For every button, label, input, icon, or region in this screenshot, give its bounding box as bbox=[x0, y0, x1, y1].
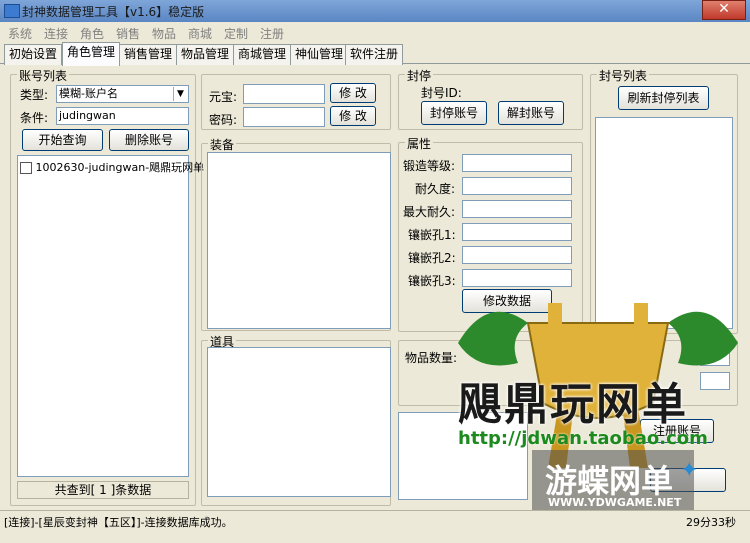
tab-immortal-management[interactable]: 神仙管理 bbox=[290, 44, 349, 65]
tab-sales-management[interactable]: 销售管理 bbox=[119, 44, 178, 65]
modify-yuanbao-button[interactable]: 修 改 bbox=[330, 83, 376, 103]
durability-label: 耐久度: bbox=[415, 182, 456, 196]
password-input[interactable] bbox=[243, 107, 325, 127]
menu-sales[interactable]: 销售 bbox=[116, 25, 140, 42]
butterfly-icon: ✦ bbox=[680, 458, 699, 483]
status-time: 29分33秒 bbox=[686, 516, 736, 529]
menu-connect[interactable]: 连接 bbox=[44, 25, 68, 42]
ban-title: 封停 bbox=[405, 67, 434, 84]
result-count: 共查到[ 1 ]条数据 bbox=[17, 481, 189, 499]
max-durability-label: 最大耐久: bbox=[403, 205, 456, 219]
yuanbao-label: 元宝: bbox=[209, 90, 238, 104]
account-list-title: 账号列表 bbox=[17, 67, 70, 84]
ban-account-button[interactable]: 封停账号 bbox=[421, 101, 487, 125]
props-listbox[interactable] bbox=[207, 347, 391, 497]
socket-2-label: 镶嵌孔2: bbox=[408, 251, 456, 265]
chevron-down-icon[interactable]: ▼ bbox=[173, 87, 187, 101]
menu-items[interactable]: 物品 bbox=[152, 25, 176, 42]
ban-list-title: 封号列表 bbox=[597, 67, 650, 84]
logo-text: 飓鼎玩网单 bbox=[458, 379, 688, 430]
menu-register[interactable]: 注册 bbox=[260, 25, 284, 42]
app-icon bbox=[4, 4, 20, 18]
socket-2-input[interactable] bbox=[462, 246, 572, 264]
durability-input[interactable] bbox=[462, 177, 572, 195]
tab-role-management[interactable]: 角色管理 bbox=[62, 42, 121, 66]
close-button[interactable]: ✕ bbox=[702, 0, 746, 20]
checkbox[interactable] bbox=[20, 162, 32, 174]
attributes-title: 属性 bbox=[405, 135, 434, 152]
type-select[interactable]: 模糊-账户名 ▼ bbox=[56, 85, 189, 103]
menu-bar: 系统 连接 角色 销售 物品 商城 定制 注册 bbox=[0, 22, 750, 42]
list-item[interactable]: 1002630-judingwan-飓鼎玩网单 bbox=[20, 159, 205, 174]
status-message: [连接]-[星辰变封神【五区】]-连接数据库成功。 bbox=[4, 516, 233, 529]
window-title: 封神数据管理工具【v1.6】稳定版 bbox=[22, 5, 205, 19]
password-label: 密码: bbox=[209, 113, 238, 127]
unban-account-button[interactable]: 解封账号 bbox=[498, 101, 564, 125]
account-listbox[interactable]: 1002630-judingwan-飓鼎玩网单 bbox=[17, 155, 204, 477]
query-button[interactable]: 开始查询 bbox=[22, 129, 103, 151]
modify-password-button[interactable]: 修 改 bbox=[330, 106, 376, 126]
delete-account-button[interactable]: 删除账号 bbox=[109, 129, 189, 151]
equipment-listbox[interactable] bbox=[207, 152, 391, 329]
socket-1-label: 镶嵌孔1: bbox=[408, 228, 456, 242]
type-select-value: 模糊-账户名 bbox=[59, 87, 118, 100]
tab-mall-management[interactable]: 商城管理 bbox=[233, 44, 292, 65]
max-durability-input[interactable] bbox=[462, 200, 572, 218]
logo-handle-right bbox=[634, 303, 648, 333]
menu-mall[interactable]: 商城 bbox=[188, 25, 212, 42]
equipment-title: 装备 bbox=[208, 136, 237, 153]
menu-system[interactable]: 系统 bbox=[8, 25, 32, 42]
refresh-ban-list-button[interactable]: 刷新封停列表 bbox=[618, 86, 709, 110]
title-bar: 封神数据管理工具【v1.6】稳定版 ✕ bbox=[0, 0, 750, 22]
yuanbao-input[interactable] bbox=[243, 84, 325, 104]
tab-software-register[interactable]: 软件注册 bbox=[345, 44, 404, 65]
tab-initial-settings[interactable]: 初始设置 bbox=[4, 44, 63, 65]
logo-url: http://jdwan.taobao.com bbox=[458, 428, 708, 449]
forge-level-label: 锻造等级: bbox=[403, 159, 456, 173]
type-label: 类型: bbox=[20, 88, 49, 102]
logo-wing-left bbox=[458, 311, 528, 366]
condition-label: 条件: bbox=[20, 111, 49, 125]
tab-item-management[interactable]: 物品管理 bbox=[176, 44, 235, 65]
condition-input[interactable]: judingwan bbox=[56, 107, 189, 125]
tab-bar: 初始设置 角色管理 销售管理 物品管理 商城管理 神仙管理 软件注册 bbox=[0, 42, 750, 66]
list-item-text: 1002630-judingwan-飓鼎玩网单 bbox=[35, 161, 205, 174]
logo-wing-right bbox=[668, 311, 738, 366]
logo-handle-left bbox=[548, 303, 562, 333]
socket-1-input[interactable] bbox=[462, 223, 572, 241]
menu-role[interactable]: 角色 bbox=[80, 25, 104, 42]
forge-level-input[interactable] bbox=[462, 154, 572, 172]
watermark-url: WWW.YDWGAME.NET bbox=[548, 496, 682, 509]
ban-id-label: 封号ID: bbox=[421, 86, 462, 100]
menu-custom[interactable]: 定制 bbox=[224, 25, 248, 42]
status-bar: [连接]-[星辰变封神【五区】]-连接数据库成功。 29分33秒 bbox=[0, 510, 750, 532]
